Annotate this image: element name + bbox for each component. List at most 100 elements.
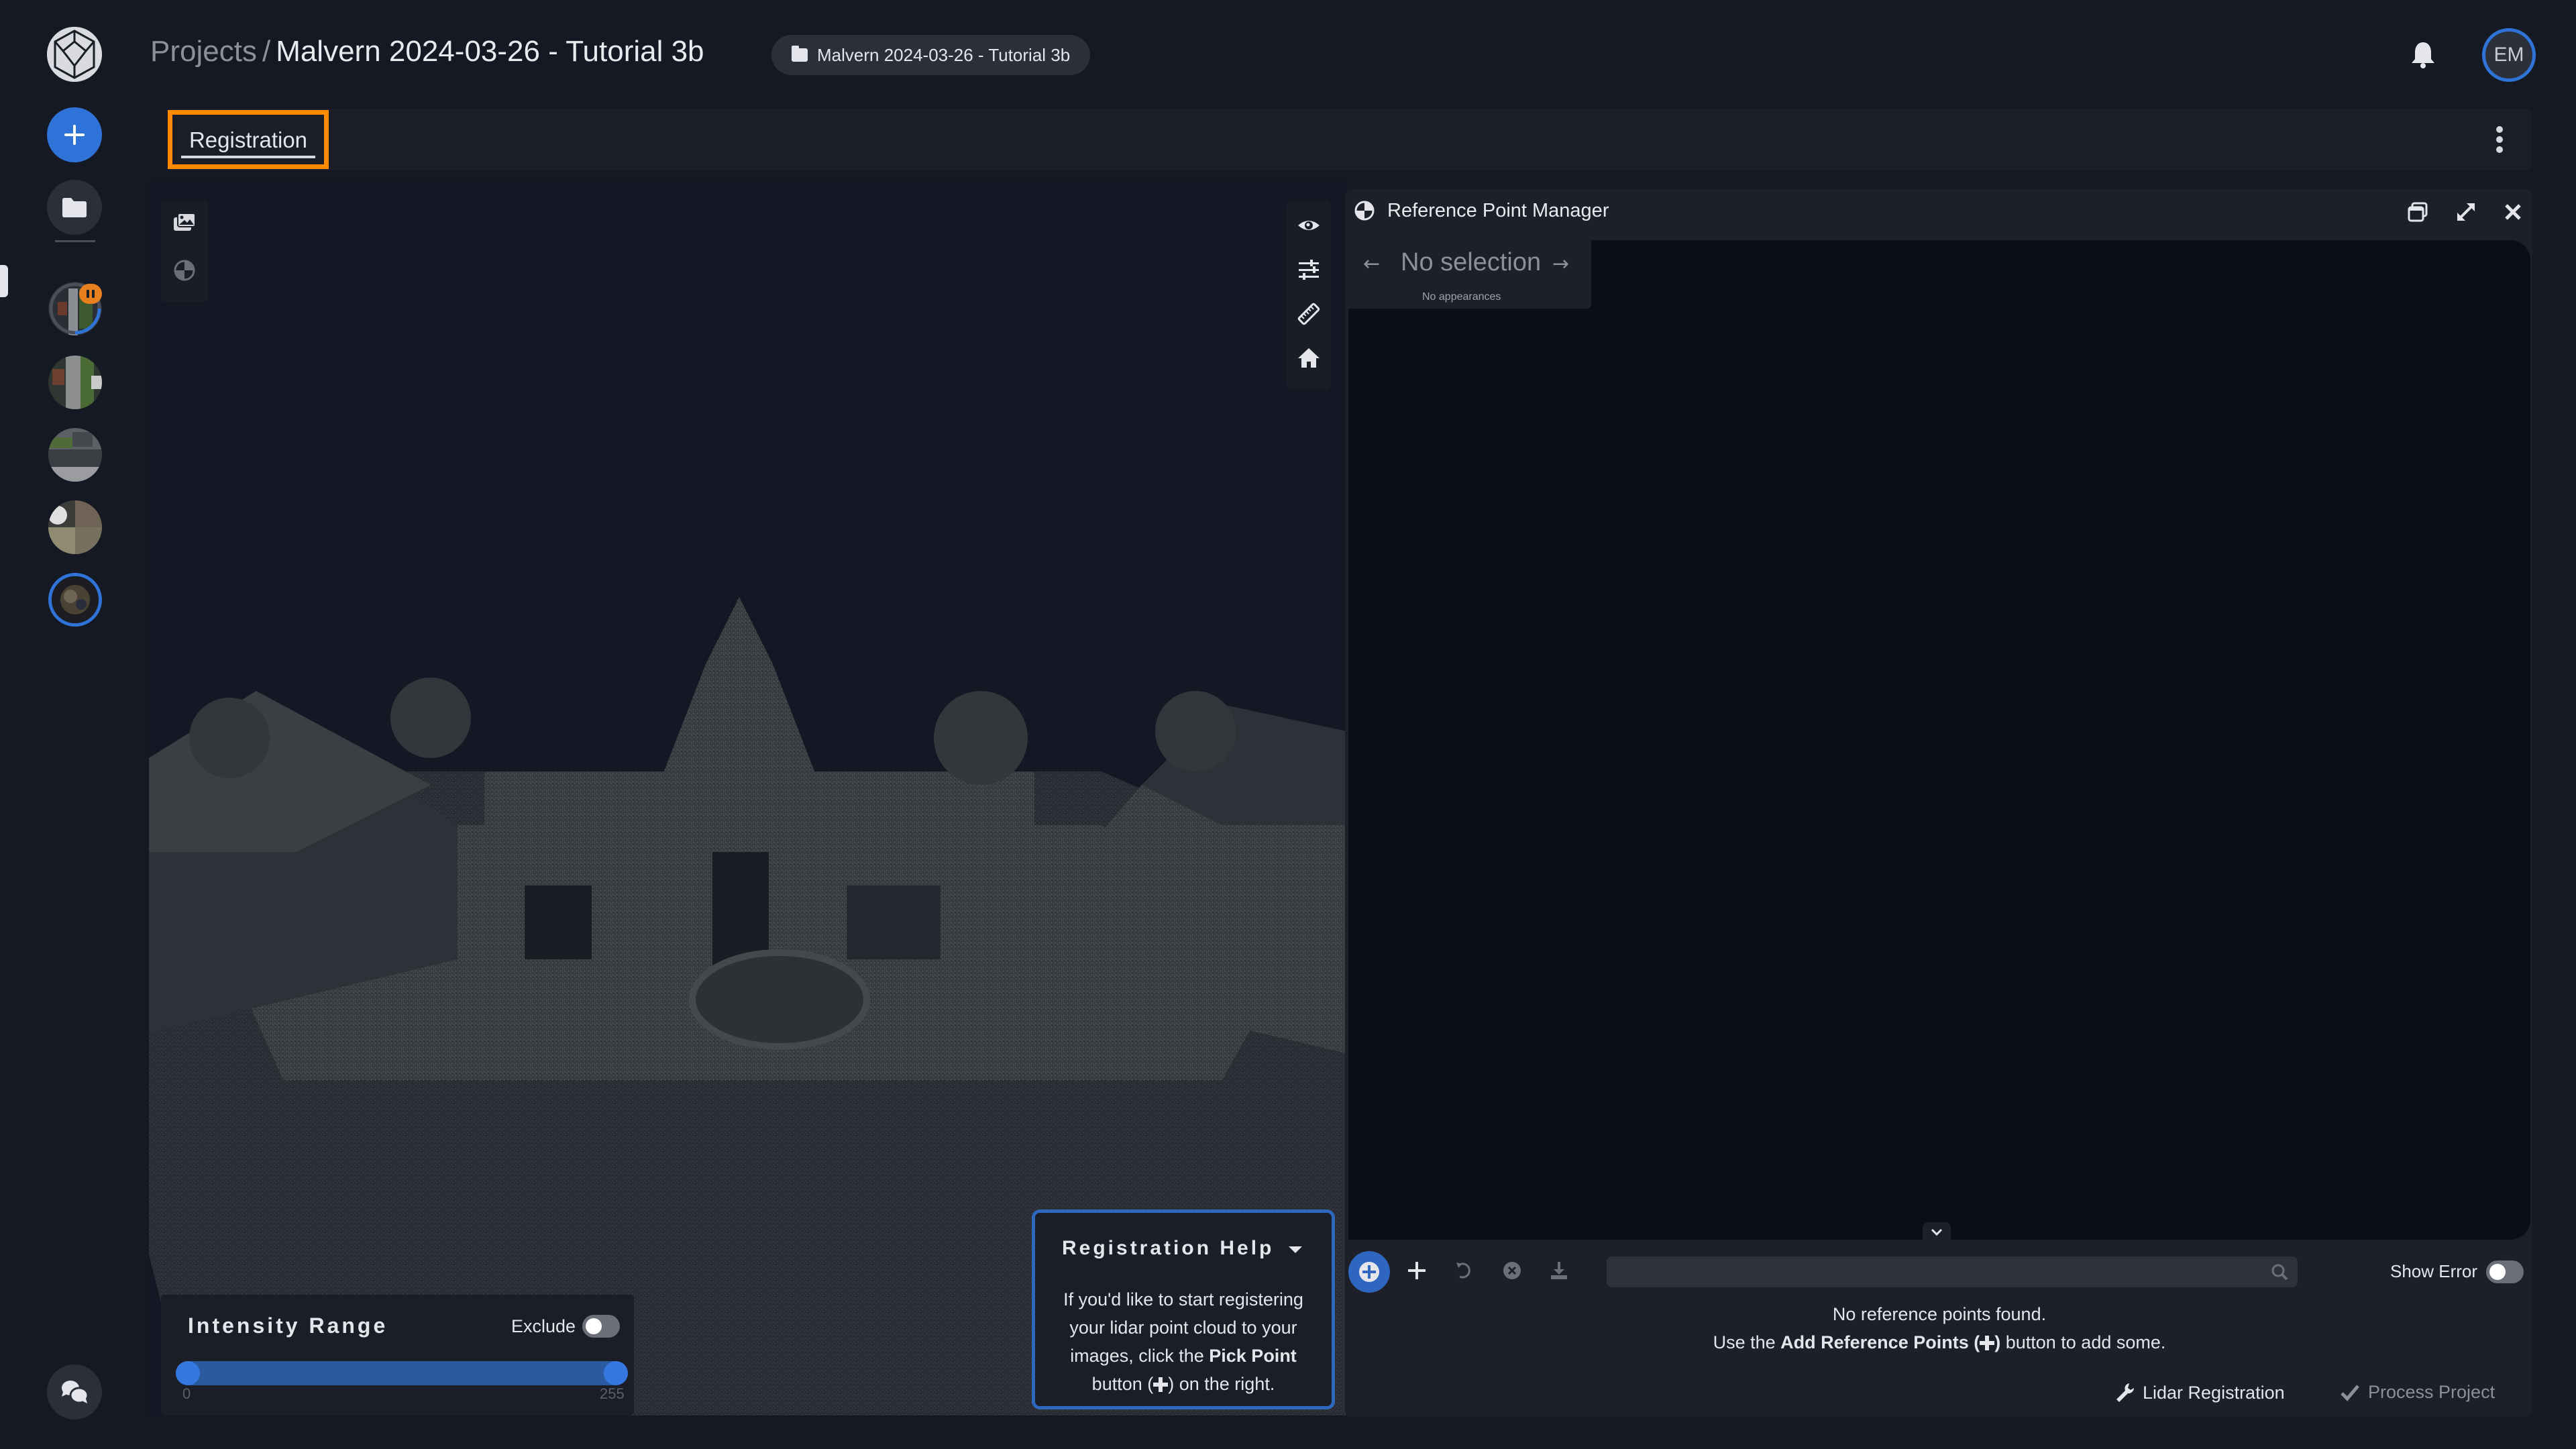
intensity-slider-track[interactable]	[176, 1361, 628, 1385]
breadcrumb-current: Malvern 2024-03-26 - Tutorial 3b	[276, 35, 704, 68]
plus-icon	[64, 125, 85, 145]
tab-registration-label: Registration	[180, 121, 316, 158]
lidar-registration-label: Lidar Registration	[2143, 1382, 2285, 1403]
plus-circle-icon	[1359, 1262, 1379, 1282]
intensity-range-title: Intensity Range	[188, 1313, 388, 1338]
sidebar-divider	[55, 240, 95, 242]
reference-point-search[interactable]	[1607, 1256, 2298, 1287]
lidar-registration-button[interactable]: Lidar Registration	[2114, 1382, 2285, 1403]
eye-icon[interactable]	[1297, 213, 1321, 237]
dataset-thumbnail	[52, 576, 99, 623]
app-logo[interactable]	[47, 27, 102, 82]
exclude-label: Exclude	[511, 1316, 576, 1336]
central-tower	[659, 597, 820, 785]
kebab-dot	[2496, 136, 2503, 143]
search-input[interactable]	[1607, 1256, 2298, 1287]
pick-point-button[interactable]	[1348, 1251, 1390, 1293]
sliders-icon[interactable]	[1297, 258, 1321, 282]
dataset-thumb-2[interactable]	[48, 356, 102, 409]
chat-button[interactable]	[47, 1364, 102, 1419]
x-circle-icon	[1503, 1262, 1521, 1279]
previous-arrow-icon[interactable]: ←	[1363, 252, 1380, 276]
plus-icon	[1153, 1377, 1169, 1392]
home-icon[interactable]	[1297, 346, 1321, 370]
undo-button[interactable]	[1449, 1256, 1479, 1285]
exclude-toggle[interactable]	[582, 1315, 620, 1338]
next-arrow-icon[interactable]: →	[1552, 252, 1569, 276]
dataset-thumb-4[interactable]	[48, 500, 102, 554]
selection-subtitle: No appearances	[1422, 291, 1501, 303]
notifications-button[interactable]	[2410, 40, 2436, 70]
images-icon[interactable]	[172, 212, 197, 233]
search-icon	[2271, 1264, 2288, 1281]
empty-state-line-2: Use the Add Reference Points () button t…	[1348, 1332, 2530, 1353]
user-avatar[interactable]: EM	[2482, 28, 2536, 82]
check-icon	[2341, 1384, 2359, 1401]
dataset-thumbnail	[48, 356, 102, 409]
breadcrumb-projects-link[interactable]: Projects	[150, 35, 257, 68]
registration-help-panel: Registration Help If you'd like to start…	[1032, 1210, 1335, 1409]
target-icon	[1354, 201, 1375, 221]
viewer-right-toolbar	[1287, 201, 1331, 389]
empty-text: Use the	[1713, 1332, 1781, 1352]
breadcrumb-separator: /	[262, 35, 271, 68]
breadcrumb: Projects / Malvern 2024-03-26 - Tutorial 3…	[150, 35, 704, 68]
empty-text-bold: )	[1994, 1332, 2001, 1352]
target-icon[interactable]	[173, 259, 196, 282]
help-text: ) on the right.	[1168, 1374, 1275, 1394]
chevron-down-icon	[1931, 1228, 1943, 1236]
intensity-slider-high-handle[interactable]	[604, 1361, 628, 1385]
collapse-toggle[interactable]	[1923, 1222, 1951, 1242]
expand-icon[interactable]	[2455, 201, 2477, 223]
paused-badge	[79, 284, 102, 304]
tab-bar	[168, 109, 2532, 170]
more-options-button[interactable]	[2493, 126, 2506, 153]
dataset-thumb-5[interactable]	[48, 573, 102, 627]
ruler-icon[interactable]	[1297, 302, 1321, 326]
popout-window-icon[interactable]	[2407, 201, 2428, 223]
clear-button[interactable]	[1497, 1256, 1527, 1285]
empty-text-bold: Add Reference Points (	[1780, 1332, 1980, 1352]
reference-image-viewer[interactable]	[1348, 240, 2530, 1240]
dataset-thumbnail	[48, 500, 102, 554]
tab-registration[interactable]: Registration	[168, 110, 329, 169]
intensity-range-panel	[161, 1295, 634, 1415]
help-text-bold: Pick Point	[1209, 1346, 1297, 1366]
process-project-label: Process Project	[2368, 1382, 2496, 1402]
close-icon[interactable]	[2502, 201, 2524, 223]
projects-folder-button[interactable]	[47, 180, 102, 235]
download-icon	[1551, 1262, 1567, 1279]
download-button[interactable]	[1544, 1256, 1574, 1285]
plus-icon	[1980, 1336, 1995, 1350]
project-chip[interactable]: Malvern 2024-03-26 - Tutorial 3b	[771, 35, 1091, 75]
new-project-button[interactable]	[47, 107, 102, 162]
empty-text: button to add some.	[2000, 1332, 2166, 1352]
empty-state-line-1: No reference points found.	[1832, 1304, 2047, 1324]
chat-icon	[62, 1381, 89, 1404]
show-error-label: Show Error	[2390, 1261, 2478, 1281]
undo-icon	[1456, 1263, 1470, 1279]
intensity-slider-low-handle[interactable]	[176, 1361, 200, 1385]
bell-icon	[2412, 42, 2434, 68]
dataset-thumbnail	[48, 428, 102, 482]
user-initials: EM	[2493, 44, 2524, 66]
registration-help-body: If you'd like to start registering your …	[1049, 1285, 1318, 1398]
help-text: button (	[1091, 1374, 1154, 1394]
kebab-dot	[2496, 146, 2503, 153]
plus-icon	[1408, 1262, 1426, 1279]
process-project-button[interactable]: Process Project	[2340, 1382, 2495, 1403]
registration-help-title: Registration Help	[1062, 1237, 1275, 1259]
folder-icon	[792, 46, 808, 62]
caret-down-icon[interactable]	[1289, 1246, 1302, 1253]
show-error-toggle[interactable]	[2486, 1260, 2524, 1283]
intensity-max-label: 255	[600, 1385, 625, 1402]
dataset-thumb-3[interactable]	[48, 428, 102, 482]
viewer-left-toolbar	[161, 201, 208, 302]
wrench-icon	[2116, 1383, 2135, 1402]
folder-icon	[62, 198, 87, 217]
logo-icon	[47, 27, 102, 82]
intensity-min-label: 0	[182, 1385, 191, 1402]
selection-title: No selection	[1401, 248, 1542, 276]
kebab-dot	[2496, 126, 2503, 133]
add-reference-points-button[interactable]	[1402, 1256, 1432, 1285]
